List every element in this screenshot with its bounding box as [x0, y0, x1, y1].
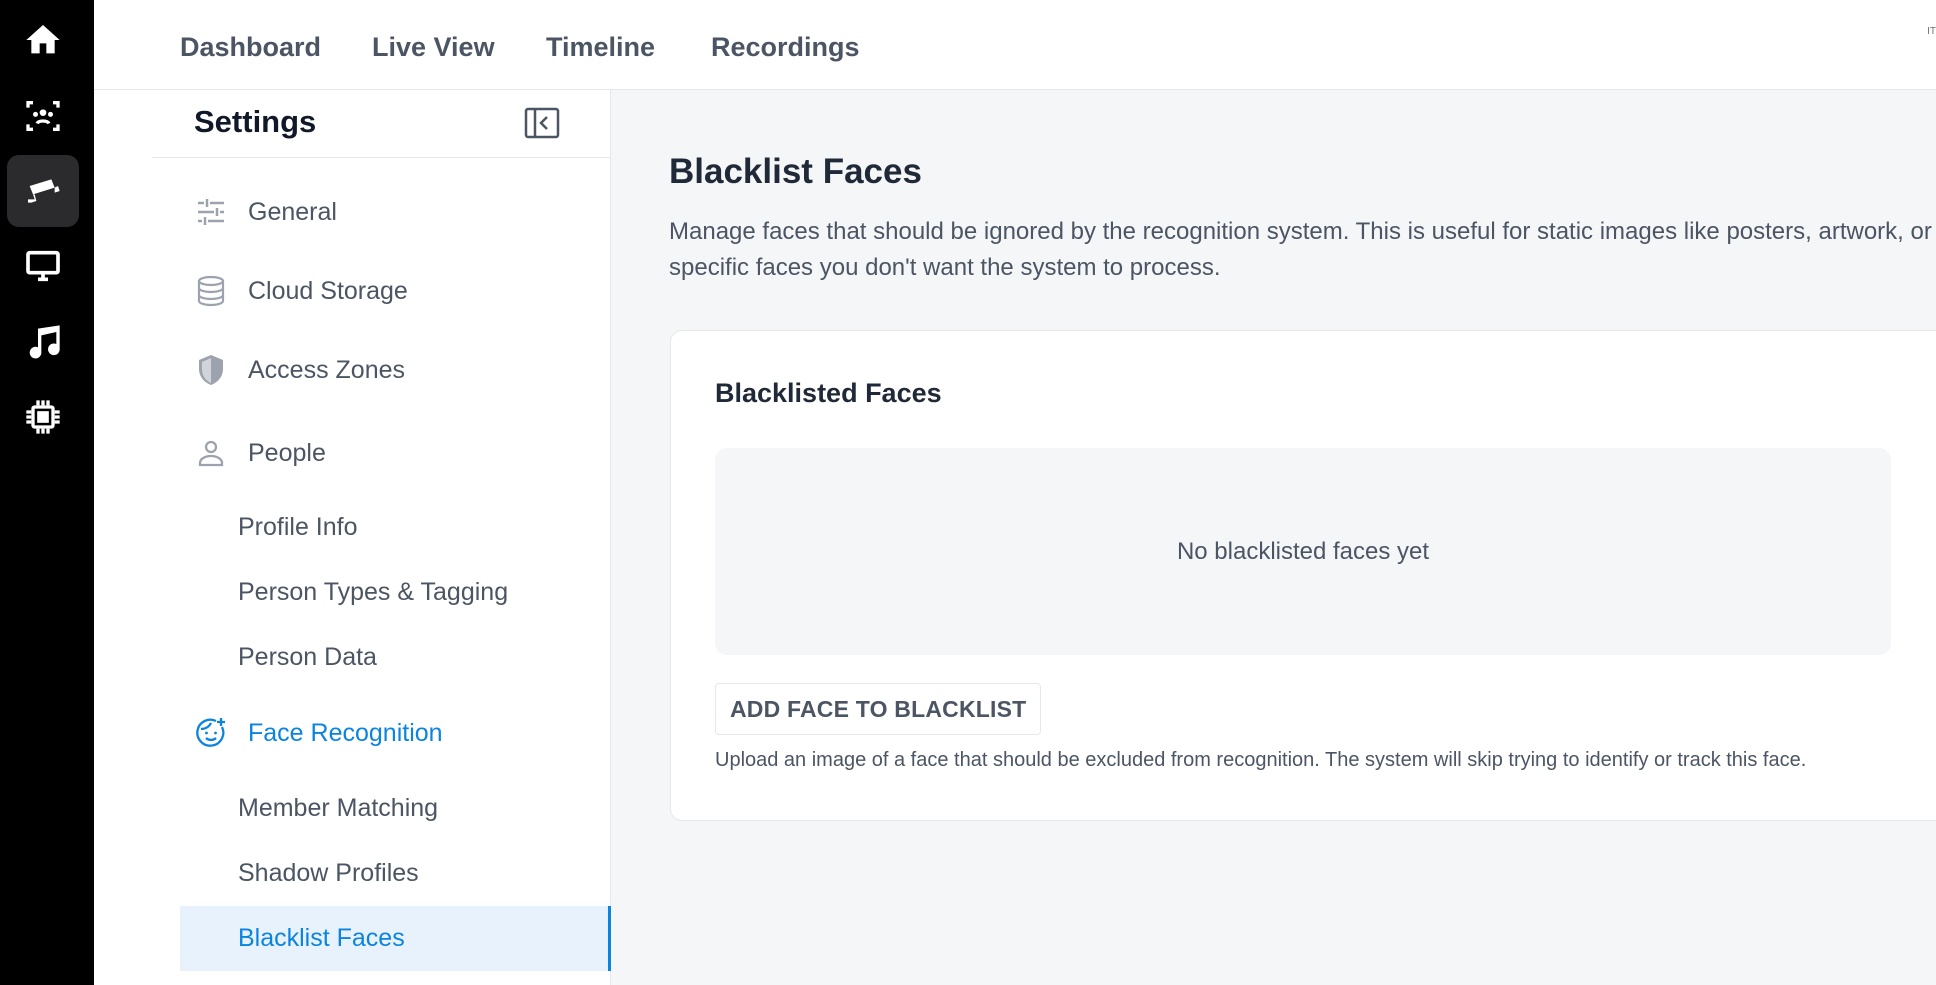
settings-sidebar: Settings General Cloud Storage Access Zo… — [152, 90, 611, 985]
sidebar-collapse-icon — [524, 107, 560, 139]
face-scan-icon — [26, 101, 60, 131]
sidebar-item-label: Face Recognition — [248, 718, 443, 747]
face-icon — [194, 716, 228, 750]
sidebar-item-label: Access Zones — [248, 355, 406, 384]
chip-icon — [26, 400, 60, 434]
tab-dashboard[interactable]: Dashboard — [180, 32, 321, 63]
sidebar-item-people[interactable]: People — [194, 423, 594, 483]
rail-cameras-button[interactable] — [7, 155, 79, 227]
collapse-sidebar-button[interactable] — [523, 106, 561, 140]
sidebar-item-label: People — [248, 438, 326, 467]
sidebar-subitem-person-types[interactable]: Person Types & Tagging — [238, 567, 618, 617]
add-face-to-blacklist-button[interactable]: ADD FACE TO BLACKLIST — [715, 683, 1042, 735]
sidebar-subitem-profile-info[interactable]: Profile Info — [238, 502, 618, 552]
sidebar-item-general[interactable]: General — [194, 182, 594, 242]
tab-live-view[interactable]: Live View — [372, 32, 495, 63]
rail-hardware-button[interactable] — [7, 381, 79, 453]
card-title: Blacklisted Faces — [715, 378, 942, 408]
security-camera-icon — [28, 179, 60, 203]
rail-display-button[interactable] — [7, 230, 79, 302]
top-nav: Dashboard Live View Timeline Recordings … — [94, 0, 1936, 90]
sidebar-subitem-blacklist-faces[interactable]: Blacklist Faces — [180, 906, 611, 971]
empty-state-text: No blacklisted faces yet — [1176, 537, 1430, 565]
shield-icon — [194, 353, 228, 387]
sidebar-item-label: Cloud Storage — [248, 276, 408, 305]
tab-timeline[interactable]: Timeline — [546, 32, 655, 63]
sidebar-subitem-shadow-profiles[interactable]: Shadow Profiles — [238, 848, 618, 898]
sidebar-item-access-zones[interactable]: Access Zones — [194, 340, 594, 400]
tab-recordings[interactable]: Recordings — [711, 32, 860, 63]
music-icon — [29, 325, 60, 359]
sliders-icon — [194, 195, 228, 229]
sidebar-subitem-member-matching[interactable]: Member Matching — [238, 783, 618, 833]
upload-help-text: Upload an image of a face that should be… — [715, 749, 1807, 771]
database-icon — [194, 274, 228, 308]
page-title: Blacklist Faces — [669, 152, 922, 191]
page-description: Manage faces that should be ignored by t… — [669, 218, 1932, 281]
rail-home-button[interactable] — [7, 4, 79, 76]
person-icon — [194, 436, 228, 470]
left-rail — [0, 0, 94, 985]
blacklisted-faces-card: Blacklisted Faces No blacklisted faces y… — [670, 330, 1936, 821]
home-icon — [26, 25, 60, 54]
app-window: Dashboard Live View Timeline Recordings … — [0, 0, 1936, 985]
sidebar-title: Settings — [194, 104, 317, 139]
main-content: Blacklist Faces Manage faces that should… — [611, 90, 1936, 985]
monitor-icon — [26, 250, 60, 282]
sidebar-item-label: General — [248, 197, 337, 226]
sidebar-item-face-recognition[interactable]: Face Recognition — [194, 703, 594, 763]
empty-state: No blacklisted faces yet — [715, 448, 1891, 655]
sidebar-item-cloud-storage[interactable]: Cloud Storage — [194, 261, 594, 321]
corner-label: IT — [1927, 26, 1936, 37]
rail-audio-button[interactable] — [7, 306, 79, 378]
rail-faces-button[interactable] — [7, 80, 79, 152]
sidebar-header: Settings — [152, 90, 611, 158]
sidebar-subitem-person-data[interactable]: Person Data — [238, 632, 618, 682]
